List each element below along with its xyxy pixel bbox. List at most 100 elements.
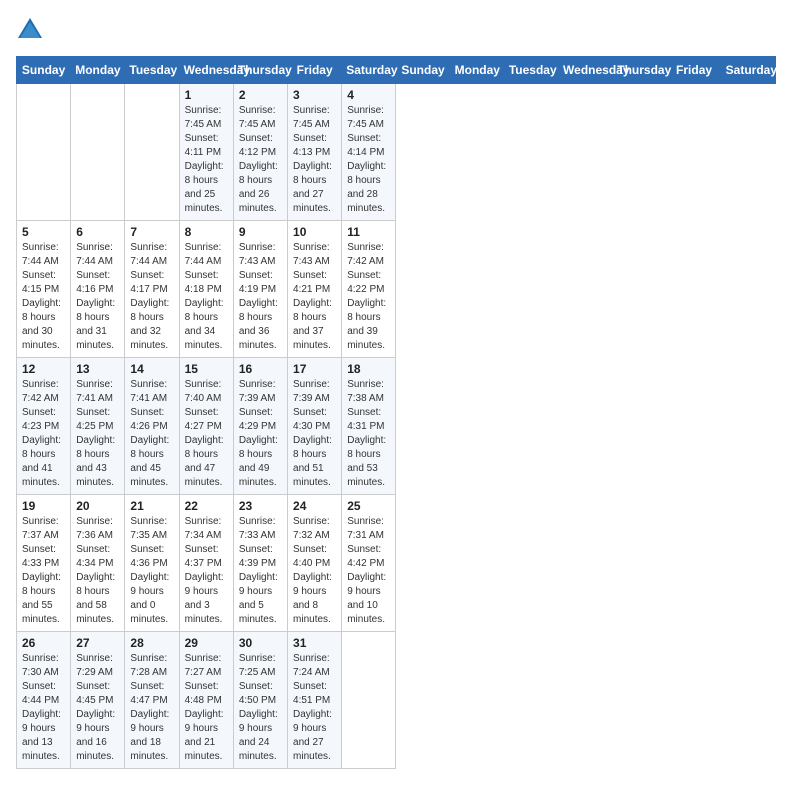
day-info: Sunrise: 7:44 AM Sunset: 4:17 PM Dayligh…: [130, 241, 173, 353]
week-row-1: 1 Sunrise: 7:45 AM Sunset: 4:11 PM Daylig…: [17, 84, 776, 221]
calendar-cell: 11Sunrise: 7:42 AM Sunset: 4:22 PM Dayli…: [342, 221, 396, 358]
calendar-cell: 30Sunrise: 7:25 AM Sunset: 4:50 PM Dayli…: [233, 632, 287, 769]
day-number: 24: [293, 499, 336, 513]
day-number: 18: [347, 362, 390, 376]
day-info: Sunrise: 7:43 AM Sunset: 4:21 PM Dayligh…: [293, 241, 336, 353]
day-number: 10: [293, 225, 336, 239]
day-header-wednesday: Wednesday: [559, 57, 613, 84]
calendar-cell: 22 Sunrise: 7:34 AM Sunset: 4:37 PM Dayli…: [179, 495, 233, 632]
day-info: Sunrise: 7:44 AM Sunset: 4:16 PM Dayligh…: [76, 241, 119, 353]
day-info: Sunrise: 7:43 AM Sunset: 4:19 PM Dayligh…: [239, 241, 282, 353]
day-info: Sunrise: 7:34 AM Sunset: 4:37 PM Dayligh…: [185, 515, 228, 627]
calendar-table: SundayMondayTuesdayWednesdayThursdayFrid…: [16, 56, 776, 769]
calendar-cell: 17 Sunrise: 7:39 AM Sunset: 4:30 PM Dayli…: [288, 358, 342, 495]
week-row-3: 12 Sunrise: 7:42 AM Sunset: 4:23 PM Dayli…: [17, 358, 776, 495]
day-info: Sunrise: 7:42 AM Sunset: 4:22 PM Dayligh…: [347, 241, 390, 353]
week-row-5: 26 Sunrise: 7:30 AM Sunset: 4:44 PM Dayli…: [17, 632, 776, 769]
day-number: 28: [130, 636, 173, 650]
day-number: 14: [130, 362, 173, 376]
day-info: Sunrise: 7:31 AM Sunset: 4:42 PM Dayligh…: [347, 515, 390, 627]
day-info: Sunrise: 7:45 AM Sunset: 4:13 PM Dayligh…: [293, 104, 336, 216]
day-header-sunday: Sunday: [17, 57, 71, 84]
day-info: Sunrise: 7:41 AM Sunset: 4:25 PM Dayligh…: [76, 378, 119, 490]
day-header-tuesday: Tuesday: [125, 57, 179, 84]
day-info: Sunrise: 7:45 AM Sunset: 4:11 PM Dayligh…: [185, 104, 228, 216]
day-info: Sunrise: 7:45 AM Sunset: 4:12 PM Dayligh…: [239, 104, 282, 216]
day-number: 4: [347, 88, 390, 102]
calendar-cell: 25 Sunrise: 7:31 AM Sunset: 4:42 PM Dayli…: [342, 495, 396, 632]
day-number: 26: [22, 636, 65, 650]
day-info: Sunrise: 7:41 AM Sunset: 4:26 PM Dayligh…: [130, 378, 173, 490]
calendar-cell: [17, 84, 71, 221]
calendar-header-row: SundayMondayTuesdayWednesdayThursdayFrid…: [17, 57, 776, 84]
day-header-wednesday: Wednesday: [179, 57, 233, 84]
day-info: Sunrise: 7:27 AM Sunset: 4:48 PM Dayligh…: [185, 652, 228, 764]
calendar-cell: 15 Sunrise: 7:40 AM Sunset: 4:27 PM Dayli…: [179, 358, 233, 495]
day-number: 16: [239, 362, 282, 376]
calendar-cell: 1 Sunrise: 7:45 AM Sunset: 4:11 PM Daylig…: [179, 84, 233, 221]
day-number: 7: [130, 225, 173, 239]
calendar-cell: 31Sunrise: 7:24 AM Sunset: 4:51 PM Dayli…: [288, 632, 342, 769]
calendar-cell: 27 Sunrise: 7:29 AM Sunset: 4:45 PM Dayli…: [71, 632, 125, 769]
day-info: Sunrise: 7:36 AM Sunset: 4:34 PM Dayligh…: [76, 515, 119, 627]
calendar-cell: [342, 632, 396, 769]
day-number: 5: [22, 225, 65, 239]
logo-icon: [16, 16, 44, 44]
day-number: 1: [185, 88, 228, 102]
calendar-cell: 24 Sunrise: 7:32 AM Sunset: 4:40 PM Dayli…: [288, 495, 342, 632]
day-number: 8: [185, 225, 228, 239]
day-info: Sunrise: 7:33 AM Sunset: 4:39 PM Dayligh…: [239, 515, 282, 627]
day-info: Sunrise: 7:37 AM Sunset: 4:33 PM Dayligh…: [22, 515, 65, 627]
calendar-cell: 8 Sunrise: 7:44 AM Sunset: 4:18 PM Daylig…: [179, 221, 233, 358]
day-info: Sunrise: 7:39 AM Sunset: 4:30 PM Dayligh…: [293, 378, 336, 490]
calendar-cell: 23 Sunrise: 7:33 AM Sunset: 4:39 PM Dayli…: [233, 495, 287, 632]
day-header-thursday: Thursday: [233, 57, 287, 84]
calendar-cell: 4Sunrise: 7:45 AM Sunset: 4:14 PM Daylig…: [342, 84, 396, 221]
day-number: 22: [185, 499, 228, 513]
calendar-cell: 6Sunrise: 7:44 AM Sunset: 4:16 PM Daylig…: [71, 221, 125, 358]
week-row-4: 19Sunrise: 7:37 AM Sunset: 4:33 PM Dayli…: [17, 495, 776, 632]
day-number: 13: [76, 362, 119, 376]
calendar-cell: 18 Sunrise: 7:38 AM Sunset: 4:31 PM Dayli…: [342, 358, 396, 495]
calendar-cell: 19Sunrise: 7:37 AM Sunset: 4:33 PM Dayli…: [17, 495, 71, 632]
day-number: 21: [130, 499, 173, 513]
day-info: Sunrise: 7:35 AM Sunset: 4:36 PM Dayligh…: [130, 515, 173, 627]
day-info: Sunrise: 7:38 AM Sunset: 4:31 PM Dayligh…: [347, 378, 390, 490]
calendar-cell: 9 Sunrise: 7:43 AM Sunset: 4:19 PM Daylig…: [233, 221, 287, 358]
calendar-cell: 7 Sunrise: 7:44 AM Sunset: 4:17 PM Daylig…: [125, 221, 179, 358]
day-number: 15: [185, 362, 228, 376]
day-info: Sunrise: 7:32 AM Sunset: 4:40 PM Dayligh…: [293, 515, 336, 627]
day-number: 29: [185, 636, 228, 650]
day-info: Sunrise: 7:44 AM Sunset: 4:18 PM Dayligh…: [185, 241, 228, 353]
calendar-cell: 16Sunrise: 7:39 AM Sunset: 4:29 PM Dayli…: [233, 358, 287, 495]
day-header-saturday: Saturday: [721, 57, 775, 84]
day-number: 12: [22, 362, 65, 376]
day-number: 25: [347, 499, 390, 513]
day-number: 17: [293, 362, 336, 376]
calendar-cell: 28 Sunrise: 7:28 AM Sunset: 4:47 PM Dayli…: [125, 632, 179, 769]
day-number: 3: [293, 88, 336, 102]
day-info: Sunrise: 7:42 AM Sunset: 4:23 PM Dayligh…: [22, 378, 65, 490]
calendar-cell: 2 Sunrise: 7:45 AM Sunset: 4:12 PM Daylig…: [233, 84, 287, 221]
day-number: 9: [239, 225, 282, 239]
day-info: Sunrise: 7:28 AM Sunset: 4:47 PM Dayligh…: [130, 652, 173, 764]
day-header-friday: Friday: [667, 57, 721, 84]
day-info: Sunrise: 7:25 AM Sunset: 4:50 PM Dayligh…: [239, 652, 282, 764]
calendar-cell: 5 Sunrise: 7:44 AM Sunset: 4:15 PM Daylig…: [17, 221, 71, 358]
day-info: Sunrise: 7:40 AM Sunset: 4:27 PM Dayligh…: [185, 378, 228, 490]
calendar-cell: 10 Sunrise: 7:43 AM Sunset: 4:21 PM Dayli…: [288, 221, 342, 358]
day-number: 27: [76, 636, 119, 650]
calendar-cell: 29 Sunrise: 7:27 AM Sunset: 4:48 PM Dayli…: [179, 632, 233, 769]
day-number: 23: [239, 499, 282, 513]
day-header-monday: Monday: [450, 57, 504, 84]
day-info: Sunrise: 7:29 AM Sunset: 4:45 PM Dayligh…: [76, 652, 119, 764]
calendar-cell: 21 Sunrise: 7:35 AM Sunset: 4:36 PM Dayli…: [125, 495, 179, 632]
calendar-cell: 14 Sunrise: 7:41 AM Sunset: 4:26 PM Dayli…: [125, 358, 179, 495]
day-info: Sunrise: 7:30 AM Sunset: 4:44 PM Dayligh…: [22, 652, 65, 764]
day-header-friday: Friday: [288, 57, 342, 84]
day-number: 20: [76, 499, 119, 513]
calendar-cell: [125, 84, 179, 221]
day-number: 2: [239, 88, 282, 102]
day-info: Sunrise: 7:44 AM Sunset: 4:15 PM Dayligh…: [22, 241, 65, 353]
day-header-saturday: Saturday: [342, 57, 396, 84]
